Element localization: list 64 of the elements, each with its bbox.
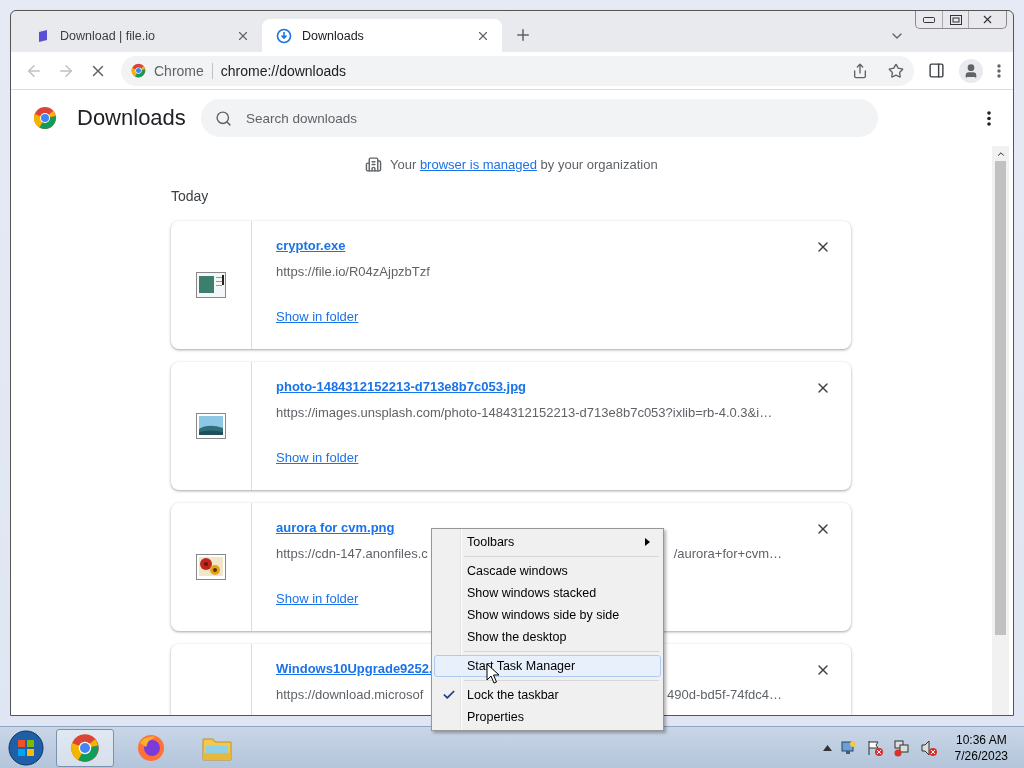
show-in-folder-link[interactable]: Show in folder bbox=[276, 309, 359, 324]
show-in-folder-link[interactable]: Show in folder bbox=[276, 450, 359, 465]
file-name-link[interactable]: photo-1484312152213-d713e8b7c053.jpg bbox=[276, 379, 527, 394]
browser-tab[interactable]: Download | file.io bbox=[22, 19, 262, 52]
more-button[interactable] bbox=[987, 110, 991, 126]
menu-item[interactable]: Cascade windows bbox=[434, 560, 661, 582]
source-url: /aurora+for+cvm… bbox=[673, 546, 782, 561]
menu-item[interactable]: Lock the taskbar bbox=[434, 684, 661, 706]
scroll-up-icon[interactable] bbox=[995, 149, 1006, 159]
search-icon bbox=[215, 109, 232, 127]
minimize-icon bbox=[923, 16, 935, 23]
bookmark-star-icon[interactable] bbox=[888, 62, 904, 79]
menu-icon bbox=[997, 63, 1001, 78]
chrome-icon bbox=[131, 63, 146, 78]
site-favicon bbox=[36, 28, 50, 43]
side-panel-button[interactable] bbox=[928, 62, 945, 79]
monitor-icon[interactable] bbox=[840, 739, 857, 756]
speaker-muted-icon[interactable] bbox=[919, 738, 938, 757]
program-file-icon bbox=[196, 272, 226, 298]
source-url: https://cdn-147.anonfiles.c bbox=[276, 546, 428, 561]
page-title: Downloads bbox=[77, 105, 187, 131]
menu-item[interactable]: Show windows side by side bbox=[434, 604, 661, 626]
managed-notice: Your browser is managed by your organization bbox=[390, 157, 658, 172]
menu-item[interactable]: Show the desktop bbox=[434, 626, 661, 648]
new-tab-button[interactable] bbox=[514, 26, 532, 44]
source-url: https://file.io/R04zAjpzbTzf bbox=[276, 264, 430, 279]
source-url: https://download.microsof bbox=[276, 687, 424, 702]
managed-link[interactable]: browser is managed bbox=[419, 157, 537, 172]
show-hidden-icons-icon[interactable] bbox=[822, 744, 832, 751]
source-url: https://images.unsplash.com/photo-1484312152213-d713e8b7c053?ixlib=rb-4.0.3&i… bbox=[276, 405, 773, 420]
source-url: 490d-bd5f-74fdc4… bbox=[667, 687, 782, 702]
menu-item[interactable]: Properties bbox=[434, 706, 661, 728]
menu-icon bbox=[987, 110, 991, 126]
file-name-link[interactable]: cryptor.exe bbox=[276, 238, 346, 253]
building-icon bbox=[365, 156, 382, 173]
section-heading: Today bbox=[171, 188, 210, 204]
download-icon bbox=[276, 27, 292, 44]
menu-button[interactable] bbox=[997, 63, 1001, 78]
chrome-icon bbox=[70, 732, 100, 763]
plus-icon bbox=[514, 26, 532, 44]
restore-icon bbox=[949, 14, 962, 25]
show-in-folder-link[interactable]: Show in folder bbox=[276, 591, 359, 606]
flag-warning-icon[interactable] bbox=[865, 738, 884, 757]
menu-item[interactable]: Show windows stacked bbox=[434, 582, 661, 604]
taskbar-app-button[interactable] bbox=[56, 728, 114, 767]
scrollbar[interactable] bbox=[992, 146, 1009, 715]
clock[interactable]: 10:36 AM 7/26/2023 bbox=[954, 731, 1008, 764]
menu-item[interactable]: Toolbars bbox=[434, 531, 661, 553]
windows-logo bbox=[7, 728, 45, 767]
search-field[interactable]: Search downloads bbox=[201, 99, 878, 137]
address-bar[interactable]: Chrome chrome://downloads bbox=[121, 55, 914, 86]
close-icon bbox=[981, 13, 994, 26]
firefox-icon bbox=[136, 732, 166, 763]
file-name-link[interactable]: Windows10Upgrade9252. bbox=[276, 661, 433, 676]
side-panel-icon bbox=[928, 62, 945, 79]
browser-tab[interactable]: Downloads bbox=[262, 19, 502, 52]
network-error-icon[interactable] bbox=[892, 738, 911, 757]
person-icon bbox=[963, 62, 979, 79]
image-file-icon bbox=[196, 554, 226, 580]
profile-button[interactable] bbox=[959, 58, 983, 83]
chrome-logo bbox=[33, 106, 57, 130]
file-name-link[interactable]: aurora for cvm.png bbox=[276, 520, 395, 535]
image-file-icon bbox=[196, 413, 226, 439]
share-icon[interactable] bbox=[852, 62, 868, 79]
